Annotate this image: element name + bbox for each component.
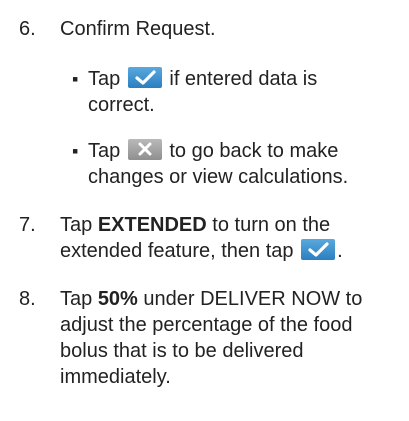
- bullet-dot: ▪: [72, 141, 79, 161]
- bullet-cancel: ▪ Tap to go back to make changes or view…: [72, 138, 406, 190]
- step-number: 7.: [19, 214, 36, 236]
- step-text: under DELIVER NOW to: [137, 288, 363, 310]
- bullet-text: Tap: [88, 140, 126, 162]
- bullet-dot: ▪: [72, 69, 79, 89]
- step-text: immediately.: [60, 366, 171, 388]
- step-7: 7. Tap EXTENDED to turn on the extended …: [19, 212, 405, 264]
- bullet-text: changes or view calculations.: [88, 166, 349, 188]
- step-text: Confirm Request.: [60, 18, 216, 40]
- step-text: bolus that is to be delivered: [60, 340, 304, 362]
- step-number: 8.: [19, 288, 36, 310]
- step-8: 8. Tap 50% under DELIVER NOW to adjust t…: [19, 286, 405, 390]
- step-text: Tap: [60, 214, 98, 236]
- bullet-text: correct.: [88, 94, 155, 116]
- step-text: extended feature, then tap: [60, 240, 300, 262]
- bullet-confirm: ▪ Tap if entered data is correct.: [72, 66, 406, 118]
- step-text: adjust the percentage of the food: [60, 314, 353, 336]
- extended-label: EXTENDED: [97, 214, 207, 236]
- step-text: to turn on the: [206, 214, 331, 236]
- bullet-text: Tap: [88, 68, 126, 90]
- x-icon: [127, 139, 162, 160]
- step-text: .: [337, 240, 343, 262]
- step-text: Tap: [60, 288, 98, 310]
- check-icon: [301, 239, 336, 260]
- check-icon: [127, 67, 162, 88]
- percent-label: 50%: [97, 288, 138, 310]
- step-number: 6.: [19, 18, 36, 40]
- bullet-text: to go back to make: [163, 140, 339, 162]
- step-6: 6. Confirm Request.: [19, 16, 405, 42]
- bullet-text: if entered data is: [163, 68, 318, 90]
